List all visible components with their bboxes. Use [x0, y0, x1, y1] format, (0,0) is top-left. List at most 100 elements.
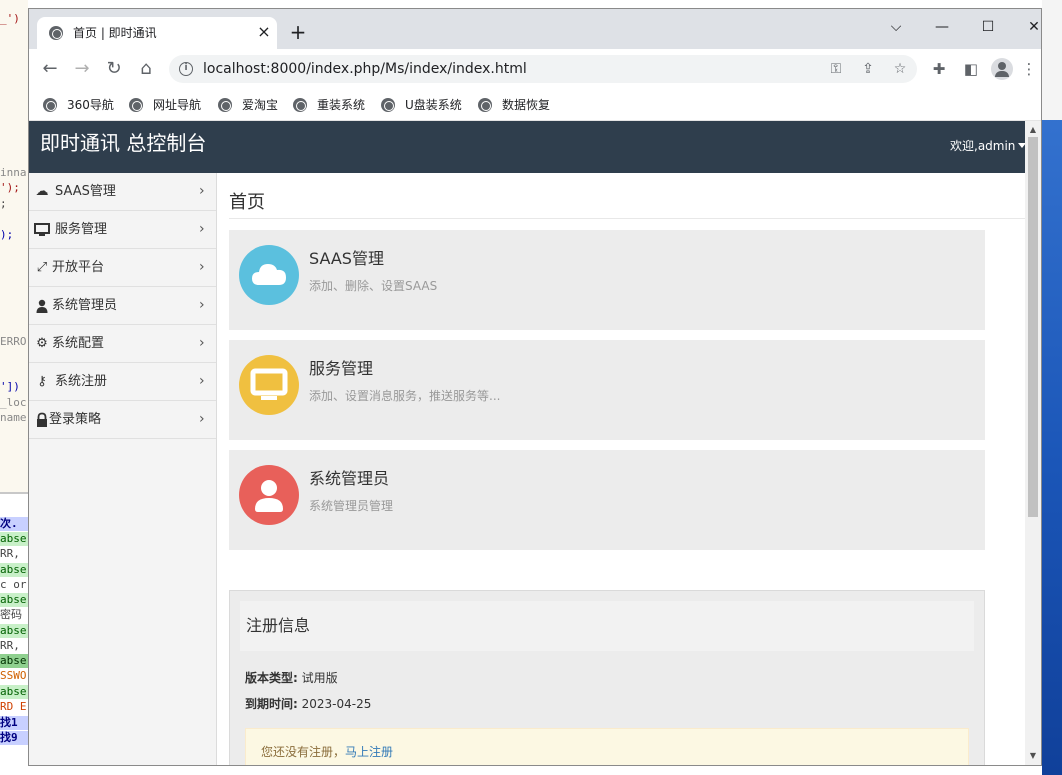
- sidebar-item-label: 系统管理员: [52, 298, 118, 313]
- log-line: abse: [0, 593, 28, 607]
- editor-line: _'): [0, 12, 20, 25]
- side-panel-icon[interactable]: ◧: [959, 57, 983, 81]
- divider: [229, 218, 1031, 219]
- log-line: 找1: [0, 716, 28, 730]
- tab-search-chevron-icon[interactable]: ⌵: [881, 15, 911, 39]
- sidebar-item-label: 系统注册: [55, 374, 108, 389]
- browser-tab-active[interactable]: 首页 | 即时通讯 ×: [37, 17, 277, 49]
- sidebar-item-login-policy[interactable]: 登录策略 ›: [29, 401, 216, 439]
- address-url[interactable]: localhost:8000/index.php/Ms/index/index.…: [203, 61, 527, 77]
- sidebar-item-registration[interactable]: ⚷ 系统注册 ›: [29, 363, 216, 401]
- bookmark-label: 重装系统: [317, 98, 366, 112]
- globe-icon: [129, 98, 143, 112]
- background-output-log: 次. abse RR, abse c or abse 密码 abse RR, a…: [0, 492, 28, 775]
- bookmark-item[interactable]: 重装系统: [293, 95, 375, 115]
- registration-title: 注册信息: [246, 616, 311, 635]
- editor-line: ');: [0, 181, 20, 194]
- globe-icon: [49, 26, 63, 40]
- log-line: 密码: [0, 608, 22, 621]
- bookmark-item[interactable]: 数据恢复: [478, 95, 558, 115]
- tab-strip: 首页 | 即时通讯 × + ⌵ — ☐ ✕: [29, 9, 1041, 49]
- new-tab-button[interactable]: +: [287, 21, 309, 43]
- card-title: 系统管理员: [309, 469, 390, 488]
- sidebar-item-saas[interactable]: ☁ SAAS管理 ›: [29, 173, 216, 211]
- dashboard-card-admins[interactable]: 系统管理员 系统管理员管理: [229, 450, 985, 550]
- sidebar: ☁ SAAS管理 › 服务管理 › ⤢ 开放平台 › 系统管理员 › ⚙ 系统配…: [29, 173, 217, 765]
- cloud-icon: ☁: [35, 184, 49, 199]
- lock-icon: [34, 412, 50, 428]
- log-line: abse: [0, 532, 28, 546]
- maximize-icon[interactable]: ☐: [973, 15, 1003, 39]
- minimize-icon[interactable]: —: [927, 15, 957, 39]
- card-description: 添加、设置消息服务，推送服务等...: [309, 389, 501, 403]
- sidebar-item-open-platform[interactable]: ⤢ 开放平台 ›: [29, 249, 216, 287]
- card-title: 服务管理: [309, 359, 374, 378]
- sidebar-item-config[interactable]: ⚙ 系统配置 ›: [29, 325, 216, 363]
- chevron-right-icon: ›: [199, 259, 205, 275]
- dashboard-card-saas[interactable]: SAAS管理 添加、删除、设置SAAS: [229, 230, 985, 330]
- chevron-right-icon: ›: [199, 411, 205, 427]
- user-icon: [34, 298, 50, 314]
- menu-kebab-icon[interactable]: ⋮: [1017, 57, 1041, 81]
- extensions-puzzle-icon[interactable]: ✚: [927, 57, 951, 81]
- welcome-text: 欢迎,admin: [950, 139, 1016, 153]
- editor-line: ']): [0, 380, 20, 393]
- card-description: 系统管理员管理: [309, 499, 394, 513]
- forward-arrow-icon[interactable]: →: [70, 57, 94, 81]
- vertical-scrollbar[interactable]: ▲ ▼: [1025, 121, 1041, 765]
- scroll-down-icon[interactable]: ▼: [1025, 749, 1041, 763]
- editor-line: _loc: [0, 396, 27, 409]
- scrollbar-thumb[interactable]: [1028, 137, 1038, 517]
- register-now-link[interactable]: 马上注册: [345, 745, 393, 759]
- bookmark-label: U盘装系统: [405, 98, 462, 112]
- app-title[interactable]: 即时通讯 总控制台: [40, 130, 206, 156]
- chevron-right-icon: ›: [199, 373, 205, 389]
- bookmarks-bar: 360导航 网址导航 爱淘宝 重装系统 U盘装系统 数据恢复: [29, 89, 1041, 121]
- bookmark-item[interactable]: U盘装系统: [381, 95, 471, 115]
- user-menu[interactable]: 欢迎,admin: [950, 138, 1027, 154]
- home-icon[interactable]: ⌂: [134, 57, 158, 81]
- version-type-row: 版本类型: 试用版: [245, 670, 338, 686]
- tab-title: 首页 | 即时通讯: [73, 26, 157, 40]
- scroll-up-icon[interactable]: ▲: [1025, 123, 1041, 137]
- sidebar-item-services[interactable]: 服务管理 ›: [29, 211, 216, 249]
- dashboard-card-services[interactable]: 服务管理 添加、设置消息服务，推送服务等...: [229, 340, 985, 440]
- reload-icon[interactable]: ↻: [102, 57, 126, 81]
- log-line: RR,: [0, 639, 20, 652]
- key-icon[interactable]: ⚿: [827, 60, 845, 78]
- cloud-icon: [239, 245, 299, 305]
- share-icon[interactable]: ⇪: [859, 60, 877, 78]
- registration-panel: 注册信息 版本类型: 试用版 到期时间: 2023-04-25 您还没有注册，马…: [229, 590, 985, 765]
- profile-avatar-icon[interactable]: [991, 58, 1013, 80]
- back-arrow-icon[interactable]: ←: [38, 57, 62, 81]
- sidebar-item-admins[interactable]: 系统管理员 ›: [29, 287, 216, 325]
- globe-icon: [478, 98, 492, 112]
- expiry-date-row: 到期时间: 2023-04-25: [245, 696, 371, 712]
- bookmark-item[interactable]: 爱淘宝: [218, 95, 288, 115]
- chevron-right-icon: ›: [199, 335, 205, 351]
- address-bar[interactable]: i localhost:8000/index.php/Ms/index/inde…: [169, 55, 917, 83]
- card-title: SAAS管理: [309, 249, 384, 268]
- window-close-icon[interactable]: ✕: [1019, 15, 1041, 39]
- registration-alert: 您还没有注册，马上注册: [245, 728, 969, 765]
- bookmark-item[interactable]: 网址导航: [129, 95, 209, 115]
- tab-close-icon[interactable]: ×: [255, 23, 273, 41]
- version-type-value: 试用版: [301, 671, 338, 685]
- alert-text: 您还没有注册，: [261, 745, 346, 759]
- version-type-label: 版本类型:: [245, 671, 298, 685]
- log-line: SSWO: [0, 669, 27, 682]
- sidebar-item-label: 登录策略: [49, 412, 102, 427]
- app-header: 即时通讯 总控制台 欢迎,admin: [29, 121, 1041, 173]
- expiry-date-label: 到期时间:: [245, 697, 298, 711]
- bookmark-star-icon[interactable]: ☆: [891, 60, 909, 78]
- editor-line: inna: [0, 166, 27, 179]
- chevron-right-icon: ›: [199, 221, 205, 237]
- log-line: RR,: [0, 547, 20, 560]
- bookmark-item[interactable]: 360导航: [43, 95, 123, 115]
- user-icon: [239, 465, 299, 525]
- globe-icon: [293, 98, 307, 112]
- browser-window: 首页 | 即时通讯 × + ⌵ — ☐ ✕ ← → ↻ ⌂ i localhos…: [28, 8, 1042, 766]
- site-info-icon[interactable]: i: [179, 62, 193, 76]
- log-line: abse: [0, 563, 28, 577]
- alert-message: 您还没有注册，马上注册: [261, 744, 393, 760]
